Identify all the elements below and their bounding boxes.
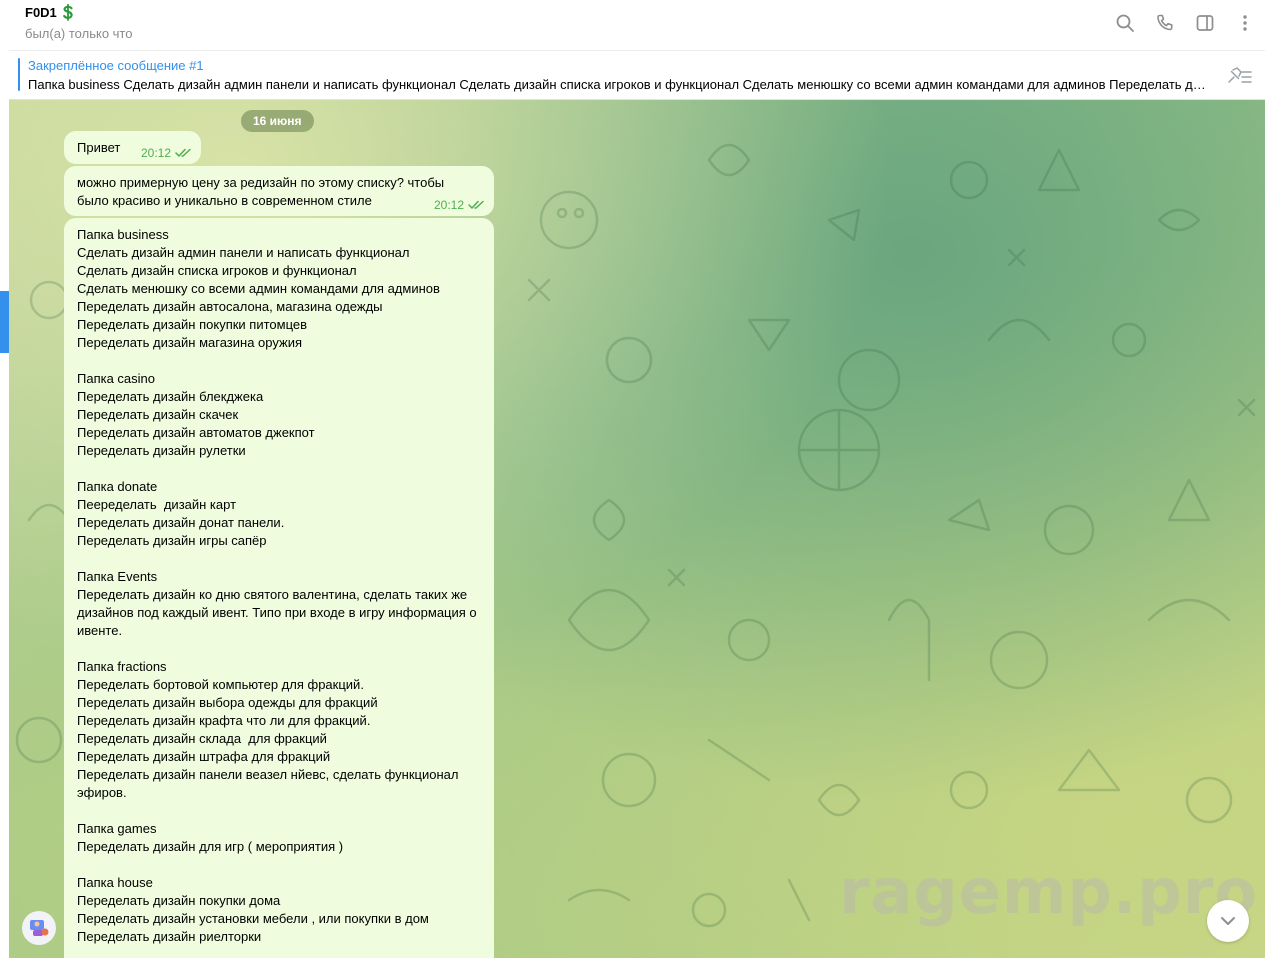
contact-name[interactable]: F0D1 — [25, 5, 57, 20]
message-bubble[interactable]: можно примерную цену за редизайн по этом… — [64, 166, 494, 216]
message-text: Папка business Сделать дизайн админ пане… — [77, 227, 477, 944]
chat-area[interactable]: 16 июня Привет 20:12 можно примерную цен… — [9, 100, 1265, 958]
search-button[interactable] — [1105, 10, 1145, 36]
message-meta: 20:12 — [434, 198, 486, 212]
pinned-message-bar[interactable]: Закреплённое сообщение #1 Папка business… — [9, 50, 1265, 100]
more-vertical-icon — [1243, 15, 1247, 31]
message-meta: 20:12 — [141, 146, 193, 160]
sidebar-toggle-icon — [1196, 15, 1214, 31]
double-check-icon — [175, 148, 191, 157]
left-edge-accent-strip — [0, 291, 9, 353]
pinned-indicator — [18, 58, 20, 91]
avatar[interactable] — [22, 911, 56, 945]
message-bubble[interactable]: Папка business Сделать дизайн админ пане… — [64, 218, 494, 958]
dollar-emoji-icon — [61, 4, 75, 21]
pinned-title: Закреплённое сообщение #1 — [28, 58, 204, 73]
bottom-border — [0, 958, 1265, 965]
sidebar-toggle-button[interactable] — [1185, 10, 1225, 36]
pinned-list-button[interactable] — [1225, 65, 1253, 87]
date-separator: 16 июня — [241, 110, 314, 132]
message-time: 20:12 — [433, 198, 464, 212]
pinned-preview: Папка business Сделать дизайн админ пане… — [28, 77, 1208, 92]
contact-title[interactable]: F0D1 — [25, 4, 75, 21]
scroll-down-button[interactable] — [1207, 900, 1249, 942]
double-check-icon — [468, 200, 484, 209]
contact-status: был(а) только что — [25, 26, 133, 41]
phone-icon — [1157, 14, 1173, 31]
watermark: ragemp.pro — [839, 855, 1258, 928]
message-time: 20:12 — [140, 146, 171, 160]
pin-list-icon — [1228, 67, 1252, 83]
more-button[interactable] — [1225, 10, 1265, 36]
call-button[interactable] — [1145, 10, 1185, 36]
user-avatar-icon — [30, 920, 49, 936]
message-bubble[interactable]: Привет 20:12 — [64, 131, 201, 164]
chat-header: F0D1 был(а) только что — [0, 0, 1265, 50]
header-actions — [1105, 10, 1265, 36]
search-icon — [1116, 14, 1134, 32]
message-text: можно примерную цену за редизайн по этом… — [77, 175, 445, 208]
message-text: Привет — [77, 140, 121, 155]
chevron-down-icon — [1221, 917, 1235, 925]
